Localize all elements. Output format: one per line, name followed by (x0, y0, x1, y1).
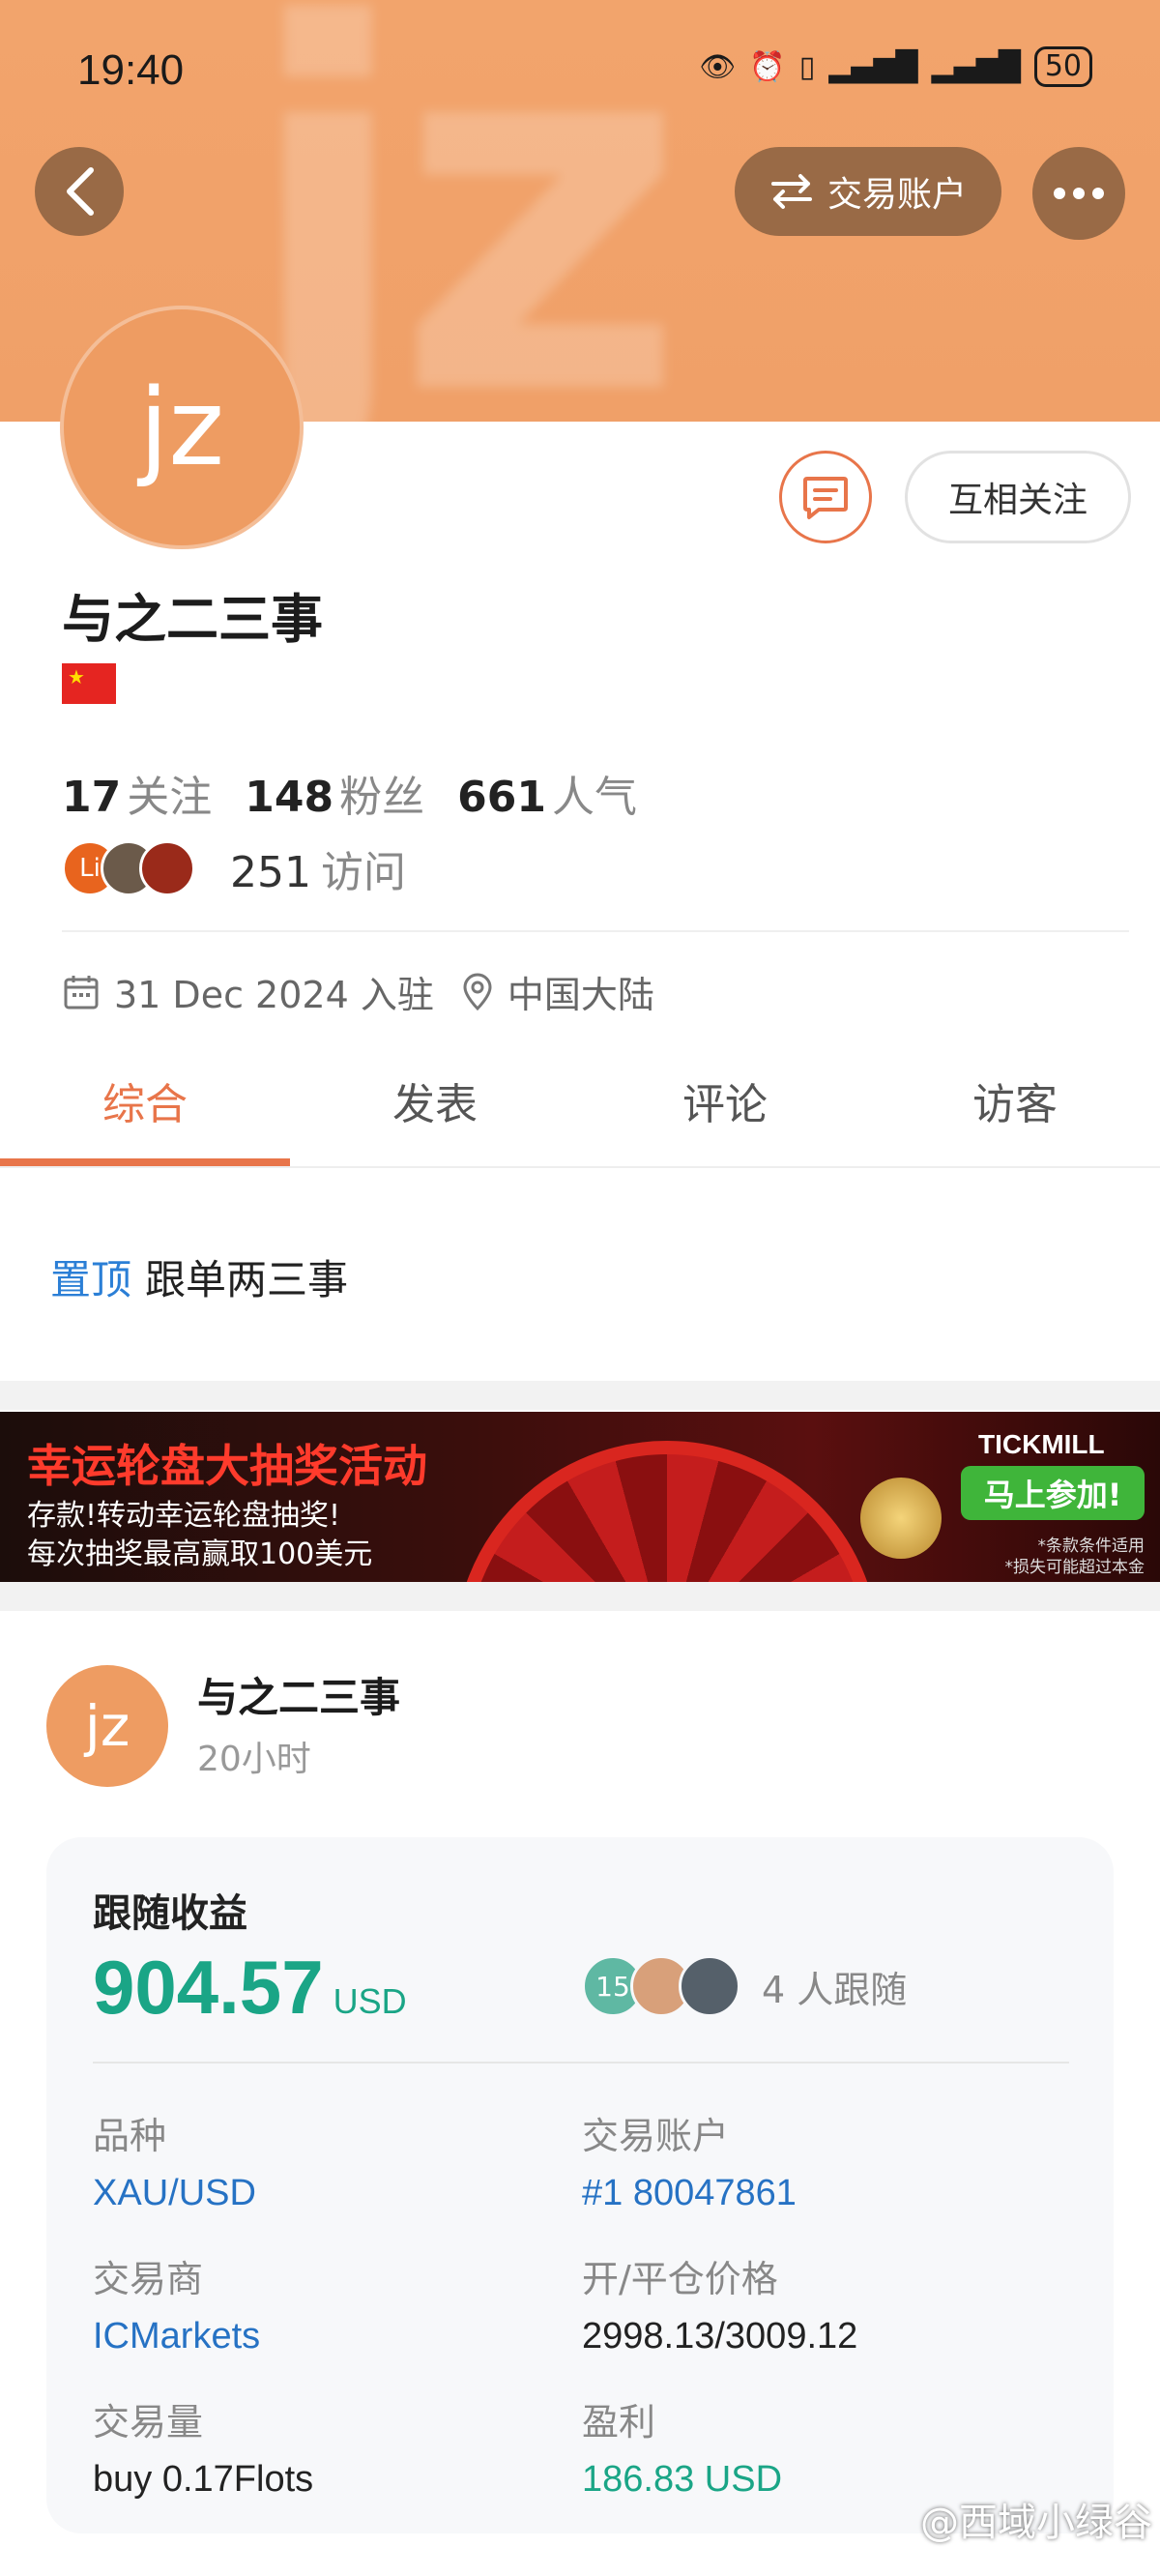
visitor-avatar (139, 840, 195, 896)
profit-currency: USD (333, 1981, 407, 2021)
calendar-icon (64, 975, 99, 1009)
follow-profit-title: 跟随收益 (93, 1891, 247, 1936)
post-author-avatar[interactable]: jz (46, 1665, 168, 1787)
post-author-name[interactable]: 与之二三事 (197, 1665, 400, 1724)
tab-comments[interactable]: 评论 (580, 1040, 870, 1166)
stat-popularity: 661 人气 (457, 773, 637, 822)
more-dot-icon (1092, 188, 1104, 199)
field-broker: 交易商 ICMarkets (93, 2258, 261, 2356)
stat-following[interactable]: 17 关注 (62, 762, 212, 824)
status-time: 19:40 (77, 46, 185, 94)
section-gap (0, 1381, 1160, 1410)
more-options-button[interactable] (1032, 147, 1125, 240)
chevron-left-icon (67, 167, 94, 216)
field-profit: 盈利 186.83 USD (582, 2401, 783, 2500)
status-icons: 👁 ⏰ ▯ ▂▄▆█ ▂▄▆█ 50 (699, 46, 1092, 87)
tickmill-logo: TICKMILL (978, 1429, 1105, 1459)
profile-tabs: 综合 发表 评论 访客 (0, 1040, 1160, 1168)
china-flag-icon: ★ (62, 663, 116, 704)
banner-risk-note: *损失可能超过本金 (1004, 1558, 1146, 1577)
pinned-tag: 置顶 (50, 1256, 132, 1303)
chat-icon (803, 477, 848, 519)
joined-date: 31 Dec 2024 入驻 (114, 974, 434, 1016)
more-dot-icon (1054, 188, 1065, 199)
profile-avatar[interactable]: jz (60, 306, 304, 549)
field-trading-account: 交易账户 #1 80047861 (582, 2115, 797, 2213)
vibrate-icon: ▯ (798, 49, 816, 84)
profile-card (0, 422, 1160, 1389)
section-gap (0, 1582, 1160, 1611)
visits-count: 251 访问 (230, 848, 406, 897)
tab-posts[interactable]: 发表 (290, 1040, 580, 1166)
profile-meta: 31 Dec 2024 入驻 中国大陆 (62, 965, 654, 1018)
more-dot-icon (1073, 188, 1085, 199)
roulette-wheel-image (454, 1441, 880, 1582)
profile-username: 与之二三事 (62, 589, 323, 650)
mutual-follow-button[interactable]: 互相关注 (905, 451, 1131, 543)
location-pin-icon (463, 973, 492, 1010)
banner-line-2: 每次抽奖最高赢取100美元 (27, 1537, 373, 1571)
banner-title: 幸运轮盘大抽奖活动 (27, 1440, 427, 1492)
profile-stats: 17 关注 148 粉丝 661 人气 (62, 762, 637, 824)
followers-text: 4 人跟随 (762, 1968, 908, 2011)
location-text: 中国大陆 (507, 974, 654, 1016)
banner-line-1: 存款!转动幸运轮盘抽奖! (27, 1499, 341, 1533)
follow-profit-amount: 904.57 USD (93, 1945, 407, 2030)
tab-visitors[interactable]: 访客 (870, 1040, 1160, 1166)
field-volume: 交易量 buy 0.17Flots (93, 2401, 314, 2500)
trade-share-card[interactable]: 跟随收益 904.57 USD 15 4 人跟随 品种 XAU/USD 交易账户 … (46, 1837, 1114, 2533)
field-symbol: 品种 XAU/USD (93, 2115, 256, 2213)
signal-icon: ▂▄▆█ (828, 49, 918, 84)
join-now-button[interactable]: 马上参加! (961, 1466, 1145, 1520)
switch-trading-account-button[interactable]: 交易账户 (735, 147, 1001, 236)
divider (93, 2062, 1069, 2064)
alarm-icon: ⏰ (749, 49, 786, 84)
promo-banner[interactable]: 幸运轮盘大抽奖活动 存款!转动幸运轮盘抽奖! 每次抽奖最高赢取100美元 TIC… (0, 1412, 1160, 1582)
pinned-post[interactable]: 置顶 跟单两三事 (50, 1247, 348, 1306)
coin-image (860, 1478, 942, 1559)
divider (62, 930, 1129, 932)
pinned-title: 跟单两三事 (145, 1256, 349, 1303)
stat-followers[interactable]: 148 粉丝 (245, 762, 424, 824)
post-timestamp: 20小时 (197, 1740, 311, 1779)
follower-avatar (679, 1955, 740, 2017)
status-bar: 19:40 👁 ⏰ ▯ ▂▄▆█ ▂▄▆█ 50 (0, 39, 1160, 97)
swap-icon (770, 174, 812, 209)
recent-visitors[interactable]: Li 251 访问 (62, 837, 406, 899)
followers-group[interactable]: 15 4 人跟随 (582, 1955, 907, 2017)
back-button[interactable] (35, 147, 124, 236)
eye-icon: 👁 (699, 49, 737, 84)
watermark: @西域小绿谷 (920, 2501, 1152, 2545)
message-button[interactable] (779, 451, 872, 543)
signal-icon: ▂▄▆█ (931, 49, 1021, 84)
tab-overview[interactable]: 综合 (0, 1040, 290, 1166)
field-open-close-price: 开/平仓价格 2998.13/3009.12 (582, 2258, 858, 2356)
switch-account-label: 交易账户 (826, 175, 967, 215)
battery-icon: 50 (1033, 46, 1092, 87)
